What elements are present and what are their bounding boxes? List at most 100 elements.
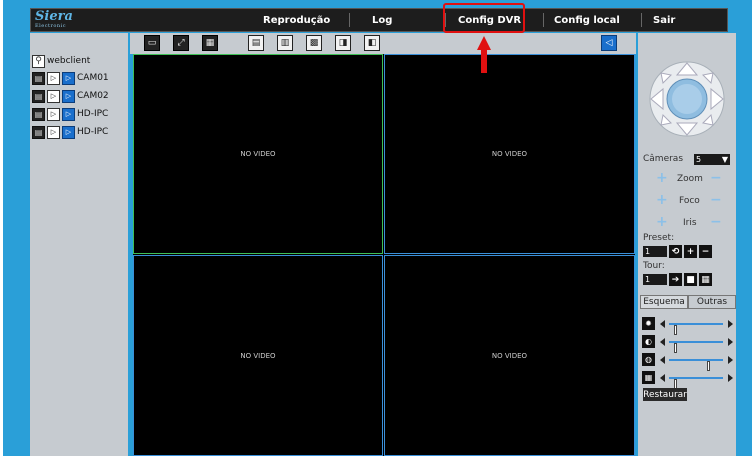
channel-label: CAM02 — [77, 91, 109, 101]
slider-thumb[interactable] — [707, 361, 710, 371]
channel-label: HD-IPC — [77, 127, 109, 137]
preset-add-icon[interactable]: + — [684, 245, 697, 258]
increase-arrow-icon[interactable] — [728, 320, 733, 328]
channel-row[interactable]: ▤ ▷ ▷ HD-IPC — [32, 125, 108, 139]
play-icon[interactable]: ▷ — [47, 107, 60, 121]
contrast-slider[interactable]: ◐ — [642, 335, 734, 353]
slider-track[interactable] — [669, 323, 723, 335]
link-icon: ⚲ — [32, 54, 45, 68]
snapshot-icon[interactable]: ▥ — [277, 35, 293, 51]
menu-local-config[interactable]: Config local — [554, 9, 620, 31]
device-tree-panel: ⚲ webclient ▤ ▷ ▷ CAM01 ▤ ▷ ▷ CAM02 ▤ ▷ … — [30, 33, 128, 456]
increase-arrow-icon[interactable] — [728, 356, 733, 364]
play-stream-icon[interactable]: ▷ — [62, 89, 75, 103]
play-icon[interactable]: ▷ — [47, 71, 60, 85]
no-video-label: NO VIDEO — [491, 150, 528, 158]
sharpness-slider[interactable]: ▦ — [642, 371, 734, 389]
video-grid: NO VIDEO NO VIDEO NO VIDEO NO VIDEO — [133, 54, 635, 456]
record-icon[interactable]: ▤ — [248, 35, 264, 51]
record-icon[interactable]: ▤ — [32, 107, 45, 121]
menu-exit[interactable]: Sair — [653, 9, 675, 31]
restore-button[interactable]: Restaurar — [643, 388, 687, 401]
preset-label: Preset: — [643, 233, 675, 243]
decrease-arrow-icon[interactable] — [660, 338, 665, 346]
play-icon[interactable]: ▷ — [47, 89, 60, 103]
increase-arrow-icon[interactable] — [728, 338, 733, 346]
tour-start-icon[interactable]: ➔ — [669, 273, 682, 286]
video-cell[interactable]: NO VIDEO — [384, 54, 635, 254]
no-video-label: NO VIDEO — [240, 150, 276, 158]
audio-icon[interactable]: ◁ — [601, 35, 617, 51]
decrease-arrow-icon[interactable] — [660, 374, 665, 382]
contrast-icon: ◐ — [642, 335, 655, 348]
menu-divider — [641, 13, 642, 27]
tour-grid-icon[interactable]: ▦ — [699, 273, 712, 286]
zoom-in-icon[interactable]: + — [656, 171, 668, 185]
menu-playback[interactable]: Reprodução — [263, 9, 330, 31]
zoom-out-icon[interactable]: − — [710, 171, 722, 185]
slider-track[interactable] — [669, 359, 723, 371]
iris-close-icon[interactable]: − — [710, 215, 722, 229]
film-icon[interactable]: ▩ — [306, 35, 322, 51]
iris-open-icon[interactable]: + — [656, 215, 668, 229]
decrease-arrow-icon[interactable] — [660, 320, 665, 328]
channel-label: CAM01 — [77, 73, 109, 83]
brand-logo: Siera Electronic — [35, 9, 73, 29]
no-video-label: NO VIDEO — [491, 351, 528, 360]
chevron-down-icon: ▼ — [721, 155, 728, 164]
play-stream-icon[interactable]: ▷ — [62, 125, 75, 139]
increase-arrow-icon[interactable] — [728, 374, 733, 382]
camera-select[interactable]: 5 ▼ — [694, 154, 730, 165]
brightness-slider[interactable]: ✹ — [642, 317, 734, 335]
saturation-icon: ◍ — [642, 353, 655, 366]
zoom-label: Zoom — [677, 174, 703, 184]
preset-remove-icon[interactable]: − — [699, 245, 712, 258]
slider-thumb[interactable] — [674, 325, 677, 335]
slider-thumb[interactable] — [674, 343, 677, 353]
play-icon[interactable]: ▷ — [47, 125, 60, 139]
slider-track[interactable] — [669, 377, 723, 389]
focus-out-icon[interactable]: − — [710, 193, 722, 207]
preset-call-icon[interactable]: ⟲ — [669, 245, 682, 258]
camera-select-value: 5 — [696, 155, 702, 164]
record-icon[interactable]: ▤ — [32, 71, 45, 85]
menu-divider — [349, 13, 350, 27]
highlight-box — [443, 3, 525, 33]
tab-scheme[interactable]: Esquema — [640, 295, 688, 309]
tour-select[interactable]: 1 — [643, 274, 667, 285]
camera-switch-icon[interactable]: ◨ — [335, 35, 351, 51]
brand-name: Siera — [35, 9, 73, 24]
sharpness-icon: ▦ — [642, 371, 655, 384]
cameras-label: Câmeras — [643, 154, 684, 164]
camera-off-icon[interactable]: ◧ — [364, 35, 380, 51]
play-stream-icon[interactable]: ▷ — [62, 71, 75, 85]
saturation-slider[interactable]: ◍ — [642, 353, 734, 371]
slider-track[interactable] — [669, 341, 723, 353]
quad-layout-icon[interactable]: ▦ — [202, 35, 218, 51]
ptz-direction-pad[interactable] — [649, 61, 725, 137]
video-cell[interactable]: NO VIDEO — [133, 54, 383, 254]
play-stream-icon[interactable]: ▷ — [62, 107, 75, 121]
focus-in-icon[interactable]: + — [656, 193, 668, 207]
tree-root[interactable]: ⚲ webclient — [32, 54, 90, 68]
fullscreen-icon[interactable]: ⤢ — [173, 35, 189, 51]
focus-label: Foco — [679, 196, 700, 206]
channel-row[interactable]: ▤ ▷ ▷ CAM02 — [32, 89, 109, 103]
monitor-icon[interactable]: ▭ — [144, 35, 160, 51]
tour-label: Tour: — [643, 261, 665, 271]
video-cell[interactable]: NO VIDEO — [133, 255, 383, 456]
preset-select[interactable]: 1 — [643, 246, 667, 257]
tree-root-label: webclient — [47, 56, 91, 66]
record-icon[interactable]: ▤ — [32, 89, 45, 103]
record-icon[interactable]: ▤ — [32, 125, 45, 139]
iris-label: Iris — [683, 218, 697, 228]
channel-row[interactable]: ▤ ▷ ▷ CAM01 — [32, 71, 109, 85]
menu-log[interactable]: Log — [372, 9, 392, 31]
decrease-arrow-icon[interactable] — [660, 356, 665, 364]
tab-other[interactable]: Outras — [688, 295, 736, 309]
channel-row[interactable]: ▤ ▷ ▷ HD-IPC — [32, 107, 108, 121]
video-cell[interactable]: NO VIDEO — [384, 255, 635, 456]
image-settings-tabs: Esquema Outras — [640, 295, 736, 309]
view-toolbar: ▭ ⤢ ▦ ▤ ▥ ▩ ◨ ◧ ◁ — [130, 33, 636, 54]
tour-stop-icon[interactable]: ■ — [684, 273, 697, 286]
